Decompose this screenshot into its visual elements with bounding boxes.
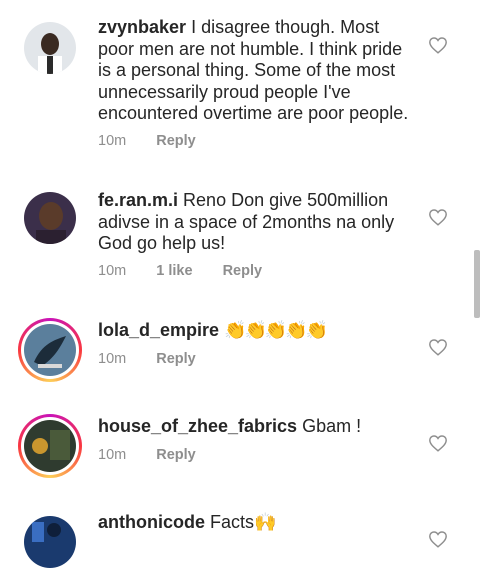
- comment-username[interactable]: lola_d_empire: [98, 320, 219, 340]
- comment-text: fe.ran.m.i Reno Don give 500million adiv…: [98, 190, 416, 255]
- avatar[interactable]: [18, 414, 82, 478]
- avatar-photo-icon: [24, 324, 76, 376]
- avatar-photo-icon: [24, 420, 76, 472]
- comment-username[interactable]: anthonicode: [98, 512, 205, 532]
- avatar-photo-icon: [24, 516, 76, 568]
- reply-button[interactable]: Reply: [156, 351, 196, 367]
- comment-meta: 10m Reply: [98, 133, 222, 149]
- comment-username[interactable]: zvynbaker: [98, 17, 186, 37]
- comment-text: lola_d_empire 👏👏👏👏👏: [98, 320, 416, 342]
- likes-count[interactable]: 1 like: [156, 263, 192, 279]
- avatar-image: [24, 516, 76, 568]
- reply-button[interactable]: Reply: [156, 133, 196, 149]
- avatar-image: [24, 192, 76, 244]
- comment-time: 10m: [98, 133, 127, 149]
- reply-button[interactable]: Reply: [156, 447, 196, 463]
- avatar-photo-icon: [24, 192, 76, 244]
- comment-time: 10m: [98, 263, 127, 279]
- avatar[interactable]: [22, 20, 78, 76]
- heart-icon[interactable]: [428, 338, 448, 356]
- reply-button[interactable]: Reply: [223, 263, 263, 279]
- comment-text: anthonicode Facts🙌: [98, 512, 416, 534]
- comment-meta: 10m 1 like Reply: [98, 263, 288, 279]
- scrollbar-thumb[interactable]: [474, 250, 480, 318]
- avatar[interactable]: [18, 318, 82, 382]
- heart-icon[interactable]: [428, 36, 448, 54]
- avatar[interactable]: [22, 190, 78, 246]
- comment-meta: 10m Reply: [98, 351, 222, 367]
- comment-time: 10m: [98, 447, 127, 463]
- comment-username[interactable]: house_of_zhee_fabrics: [98, 416, 297, 436]
- heart-icon[interactable]: [428, 530, 448, 548]
- avatar-image: [24, 22, 76, 74]
- comment-username[interactable]: fe.ran.m.i: [98, 190, 178, 210]
- clapping-hands-emoji: 👏👏👏👏👏: [224, 320, 328, 341]
- comment-text: house_of_zhee_fabrics Gbam !: [98, 416, 416, 438]
- comment-body: Gbam !: [302, 416, 362, 436]
- avatar-photo-icon: [24, 22, 76, 74]
- comment-body: Facts🙌: [210, 512, 277, 532]
- comment-text: zvynbaker I disagree though. Most poor m…: [98, 17, 416, 125]
- heart-icon[interactable]: [428, 434, 448, 452]
- avatar-image: [24, 420, 76, 472]
- comment-meta: 10m Reply: [98, 447, 222, 463]
- avatar-image: [24, 324, 76, 376]
- avatar[interactable]: [22, 514, 78, 570]
- heart-icon[interactable]: [428, 208, 448, 226]
- comment-time: 10m: [98, 351, 127, 367]
